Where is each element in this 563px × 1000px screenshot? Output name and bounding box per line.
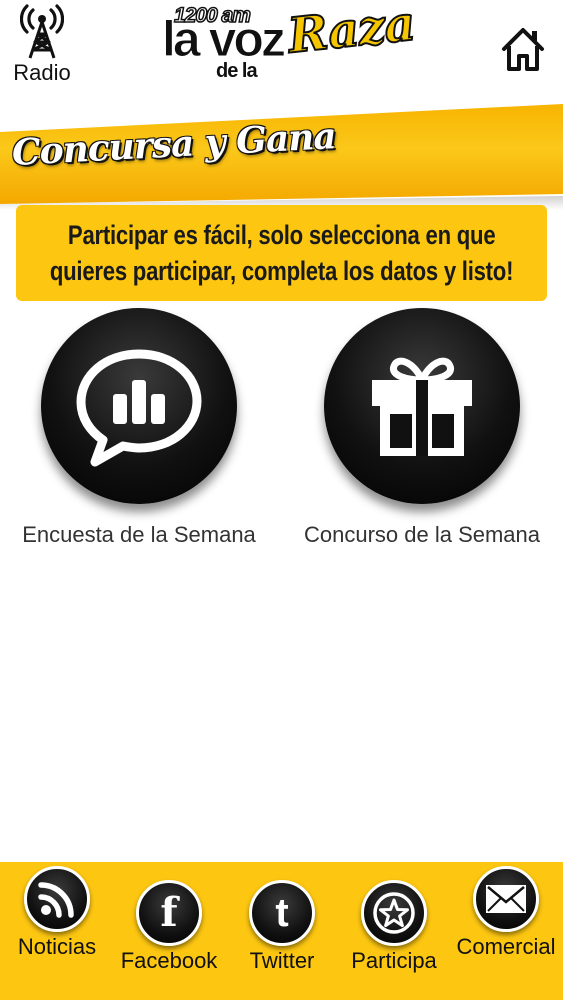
nav-facebook-label[interactable]: Facebook bbox=[114, 948, 224, 974]
twitter-icon: t bbox=[275, 891, 289, 935]
nav-item-noticias[interactable]: Noticias bbox=[2, 866, 112, 960]
star-icon bbox=[373, 892, 415, 934]
nav-comercial-circle[interactable] bbox=[473, 866, 539, 932]
home-icon bbox=[502, 28, 544, 71]
envelope-icon bbox=[486, 885, 526, 913]
banner-instructions-line-1: Participar es fácil, solo selecciona en … bbox=[67, 220, 496, 250]
nav-participa-label[interactable]: Participa bbox=[339, 948, 449, 974]
poll-chat-icon bbox=[76, 349, 202, 467]
nav-item-twitter[interactable]: t Twitter bbox=[227, 880, 337, 974]
logo-connector: de la bbox=[216, 60, 258, 82]
logo-script: Raza bbox=[284, 0, 418, 65]
weekly-poll-option[interactable]: Encuesta de la Semana bbox=[4, 308, 274, 568]
weekly-contest-circle[interactable] bbox=[324, 308, 520, 504]
facebook-icon: f bbox=[160, 889, 178, 936]
contest-banner: Concursa y Gana Participar es fácil, sol… bbox=[0, 96, 563, 306]
logo-main-text: la voz bbox=[162, 11, 287, 67]
nav-facebook-circle[interactable]: f bbox=[136, 880, 202, 946]
nav-item-facebook[interactable]: f Facebook bbox=[114, 880, 224, 974]
weekly-poll-circle[interactable] bbox=[41, 308, 237, 504]
nav-comercial-label[interactable]: Comercial bbox=[451, 934, 561, 960]
nav-noticias-circle[interactable] bbox=[24, 866, 90, 932]
banner-instructions: Participar es fácil, solo selecciona en … bbox=[16, 205, 547, 301]
nav-noticias-label[interactable]: Noticias bbox=[2, 934, 112, 960]
radio-button[interactable]: Radio bbox=[6, 4, 78, 92]
weekly-contest-label[interactable]: Concurso de la Semana bbox=[287, 522, 557, 548]
weekly-contest-option[interactable]: Concurso de la Semana bbox=[287, 308, 557, 568]
home-button[interactable] bbox=[500, 25, 546, 73]
weekly-poll-label[interactable]: Encuesta de la Semana bbox=[4, 522, 274, 548]
bottom-navigation: Noticias f Facebook t Twitter Participa bbox=[0, 862, 563, 1000]
radio-label: Radio bbox=[13, 60, 71, 85]
nav-item-participa[interactable]: Participa bbox=[339, 880, 449, 974]
nav-twitter-label[interactable]: Twitter bbox=[227, 948, 337, 974]
nav-twitter-circle[interactable]: t bbox=[249, 880, 315, 946]
nav-participa-circle[interactable] bbox=[361, 880, 427, 946]
station-logo: 1200 am la voz de la Raza bbox=[160, 0, 419, 100]
nav-item-comercial[interactable]: Comercial bbox=[451, 866, 561, 960]
radio-tower-icon bbox=[20, 4, 64, 59]
banner-instructions-line-2: quieres participar, completa los datos y… bbox=[49, 256, 514, 286]
gift-icon bbox=[372, 357, 472, 456]
app-header: Radio 1200 am la voz de la Raza bbox=[0, 0, 563, 105]
rss-icon bbox=[38, 882, 74, 918]
